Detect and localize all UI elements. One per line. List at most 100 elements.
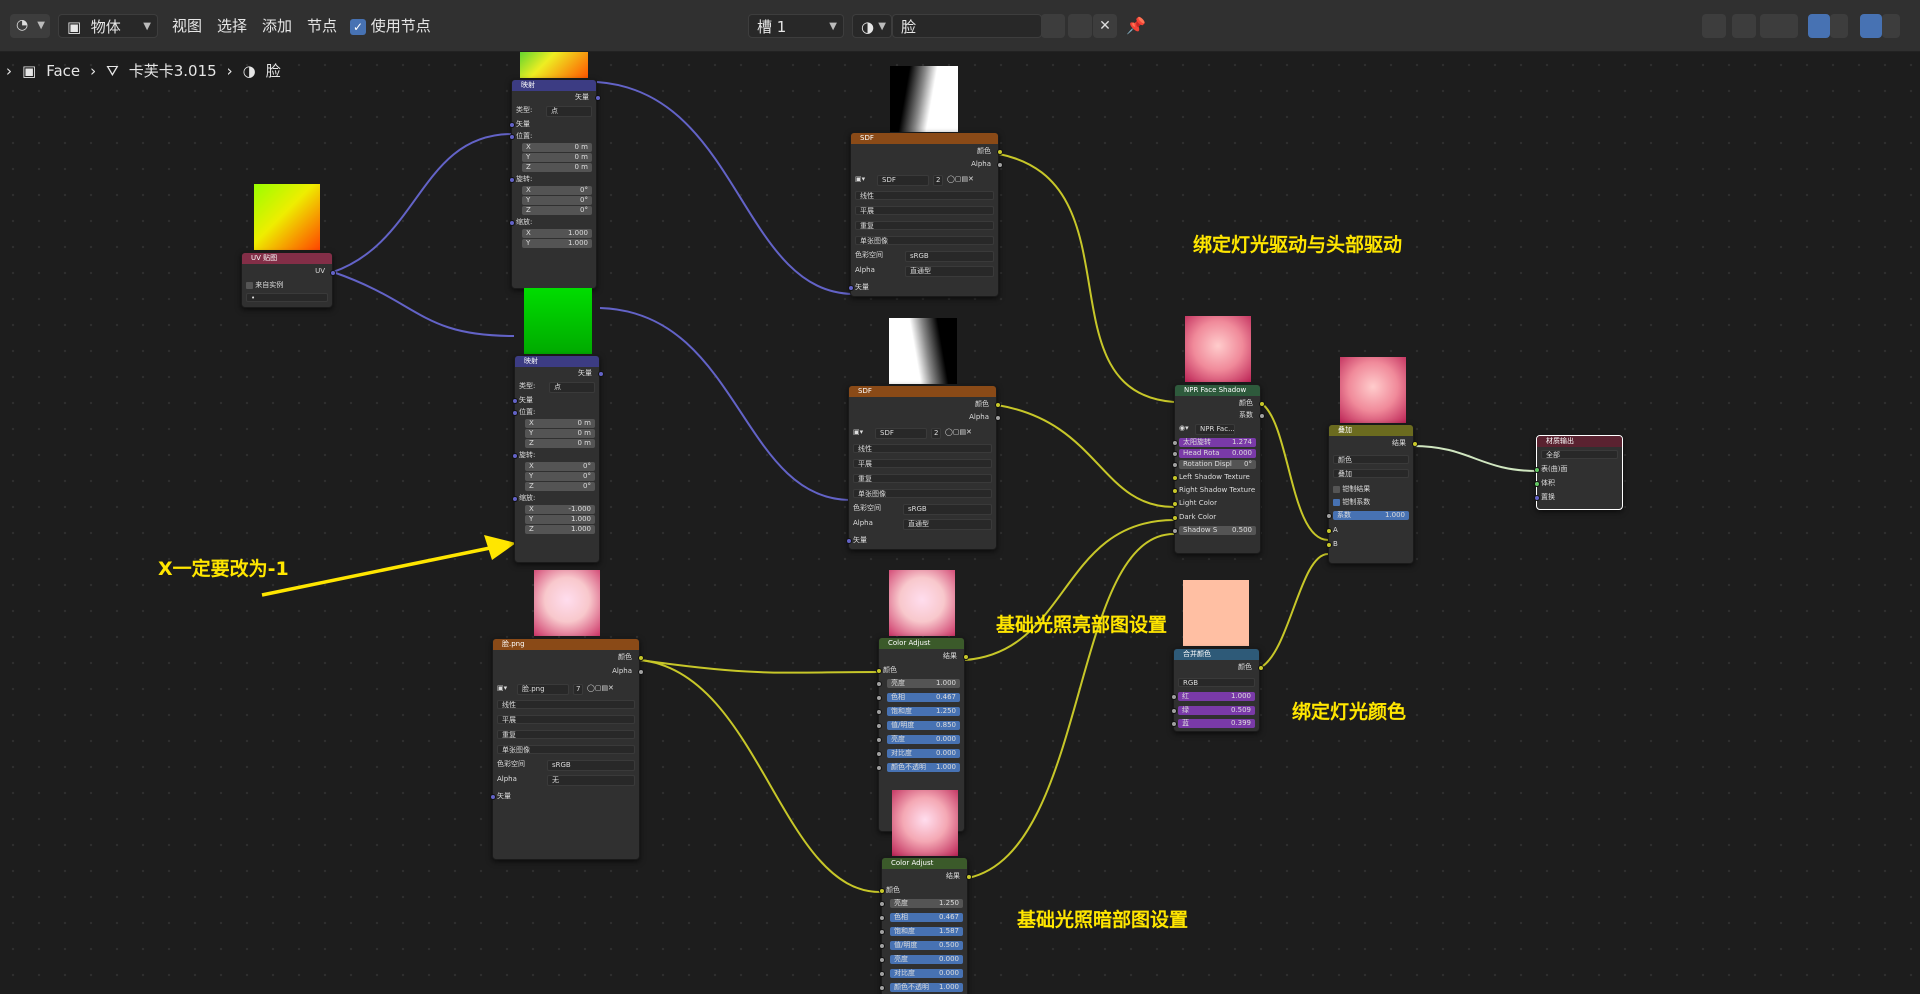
source-dropdown[interactable]: 单张图像 <box>855 236 994 245</box>
group-datablock-row[interactable]: ◉▾ NPR Fac... <box>1179 424 1256 435</box>
rotation-z-field[interactable]: Z 0° <box>522 206 592 215</box>
socket-output-factor[interactable] <box>1259 413 1265 419</box>
checkbox-checked-icon[interactable]: ✓ <box>350 18 366 35</box>
socket-input-vector[interactable] <box>490 794 496 800</box>
node-material-output[interactable]: 材质输出 全部 表(曲)面 体积 置换 <box>1534 435 1623 510</box>
user-count[interactable]: 2 <box>933 175 943 186</box>
uv-map-field[interactable]: • <box>246 293 328 302</box>
location-x-field[interactable]: X0 m <box>525 419 595 428</box>
image-tool-icons[interactable]: ◯▢▤✕ <box>947 175 974 184</box>
socket-input-head[interactable] <box>1172 451 1178 457</box>
menu-view[interactable]: 视图 <box>172 14 202 38</box>
socket-output-color[interactable] <box>1258 665 1264 671</box>
unlink-close-icon[interactable]: ✕ <box>1093 14 1117 38</box>
image-name-field[interactable]: 脸.png <box>517 684 569 695</box>
projection-dropdown[interactable]: 平展 <box>855 206 994 215</box>
alpha-mode-dropdown[interactable]: 无 <box>547 775 635 786</box>
socket-input-3[interactable] <box>879 943 885 949</box>
checkbox-checked-icon[interactable] <box>1333 498 1340 506</box>
head-rotation-field[interactable]: Head Rota 0.000 <box>1179 449 1256 458</box>
socket-input-right[interactable] <box>1172 488 1178 494</box>
socket-input-color[interactable] <box>879 888 885 894</box>
socket-output-color[interactable] <box>1259 401 1265 407</box>
socket-input-red[interactable] <box>1171 694 1177 700</box>
scale-y-field[interactable]: Y 1.000 <box>525 515 595 524</box>
rotation-x-field[interactable]: X 0° <box>522 186 592 195</box>
socket-input-location[interactable] <box>512 410 518 416</box>
socket-input-1[interactable] <box>879 915 885 921</box>
socket-input-green[interactable] <box>1171 708 1177 714</box>
socket-input-rot[interactable] <box>1172 462 1178 468</box>
image-tool-icons[interactable]: ◯▢▤✕ <box>945 428 972 437</box>
socket-input-left[interactable] <box>1172 475 1178 481</box>
socket-input-0[interactable] <box>879 901 885 907</box>
green-field[interactable]: 绿 0.509 <box>1178 706 1255 715</box>
sun-rotation-field[interactable]: 太阳旋转 1.274 <box>1179 438 1256 447</box>
adjust-field[interactable]: 饱和度 1.250 <box>887 707 960 716</box>
alpha-mode-dropdown[interactable]: 直通型 <box>903 519 992 530</box>
blue-field[interactable]: 蓝 0.399 <box>1178 719 1255 728</box>
interpolation-dropdown[interactable]: 线性 <box>497 700 635 709</box>
type-dropdown[interactable]: 点 <box>546 106 592 117</box>
from-instancer-checkbox[interactable]: 来自实例 <box>246 281 328 290</box>
pin-icon[interactable]: 📌 <box>1124 14 1148 38</box>
adjust-field[interactable]: 饱和度 1.587 <box>890 927 963 936</box>
socket-input-rotation[interactable] <box>509 177 515 183</box>
overlay-toggle-icon[interactable] <box>1808 14 1830 38</box>
socket-input-scale[interactable] <box>512 496 518 502</box>
node-header[interactable]: 脸.png <box>493 639 639 650</box>
socket-input-b[interactable] <box>1326 542 1332 548</box>
node-combine-color[interactable]: 合并颜色 颜色 RGB 红 1.000 绿 0.509 蓝 0.399 <box>1171 648 1264 732</box>
socket-output-result[interactable] <box>966 874 972 880</box>
socket-input-displacement[interactable] <box>1534 495 1540 501</box>
socket-input-2[interactable] <box>879 929 885 935</box>
colorspace-dropdown[interactable]: sRGB <box>547 760 635 771</box>
source-dropdown[interactable]: 单张图像 <box>853 489 992 498</box>
socket-input-vector[interactable] <box>512 398 518 404</box>
socket-output-vector[interactable] <box>598 371 604 377</box>
red-field[interactable]: 红 1.000 <box>1178 692 1255 701</box>
rotation-x-field[interactable]: X 0° <box>525 462 595 471</box>
scale-y-field[interactable]: Y 1.000 <box>522 239 592 248</box>
node-uv-map[interactable]: UV 贴图 UV 来自实例 • <box>241 252 336 308</box>
socket-input-factor[interactable] <box>1326 513 1332 519</box>
node-header[interactable]: SDF <box>851 133 998 144</box>
location-z-field[interactable]: Z0 m <box>522 163 592 172</box>
socket-input-6[interactable] <box>876 765 882 771</box>
socket-output-alpha[interactable] <box>995 415 1001 421</box>
menu-select[interactable]: 选择 <box>217 14 247 38</box>
socket-input-3[interactable] <box>876 723 882 729</box>
node-mix-overlay[interactable]: 叠加 结果 颜色 叠加 钳制结果 钳制系数 系数 1.000 A B <box>1326 424 1418 564</box>
rotation-z-field[interactable]: Z 0° <box>525 482 595 491</box>
node-header[interactable]: Color Adjust <box>882 858 967 869</box>
location-y-field[interactable]: Y0 m <box>525 429 595 438</box>
socket-input-scale[interactable] <box>509 220 515 226</box>
clamp-factor-checkbox[interactable]: 钳制系数 <box>1333 498 1409 507</box>
adjust-field[interactable]: 值/明度 0.500 <box>890 941 963 950</box>
node-sdf-1[interactable]: SDF 颜色 Alpha ▣▾ SDF 2 ◯▢▤✕ 线性 平展 重复 单张图像 色彩… <box>848 132 1003 297</box>
socket-input-4[interactable] <box>876 737 882 743</box>
colorspace-dropdown[interactable]: sRGB <box>905 251 994 262</box>
node-mapping-2[interactable]: 映射 矢量 类型: 点 矢量 位置: X0 m Y0 m Z0 m 旋转: X 0°… <box>512 355 604 563</box>
node-npr-face-shadow[interactable]: NPR Face Shadow 颜色 系数 ◉▾ NPR Fac... 太阳旋转 1… <box>1172 384 1265 554</box>
location-z-field[interactable]: Z0 m <box>525 439 595 448</box>
adjust-field[interactable]: 亮度 0.000 <box>890 955 963 964</box>
image-name-field[interactable]: SDF <box>875 428 927 439</box>
socket-input-shadow[interactable] <box>1172 528 1178 534</box>
socket-input-vector[interactable] <box>848 285 854 291</box>
interpolation-dropdown[interactable]: 线性 <box>853 444 992 453</box>
shadow-smooth-field[interactable]: Shadow S 0.500 <box>1179 526 1256 535</box>
adjust-field[interactable]: 亮度 0.000 <box>887 735 960 744</box>
checkbox-unchecked-icon[interactable] <box>246 281 253 289</box>
node-header[interactable]: SDF <box>849 386 996 397</box>
source-dropdown[interactable]: 单张图像 <box>497 745 635 754</box>
node-header[interactable]: UV 贴图 <box>242 253 332 264</box>
rotation-y-field[interactable]: Y 0° <box>525 472 595 481</box>
overlay-options-chevron-icon[interactable] <box>1830 14 1848 38</box>
scale-x-field[interactable]: X -1.000 <box>525 505 595 514</box>
user-count[interactable]: 2 <box>931 428 941 439</box>
snap-icon[interactable] <box>1732 14 1756 38</box>
sidebar-options-chevron-icon[interactable] <box>1882 14 1900 38</box>
socket-output-alpha[interactable] <box>997 162 1003 168</box>
material-browse-button[interactable]: ◑ ▼ <box>852 14 892 38</box>
